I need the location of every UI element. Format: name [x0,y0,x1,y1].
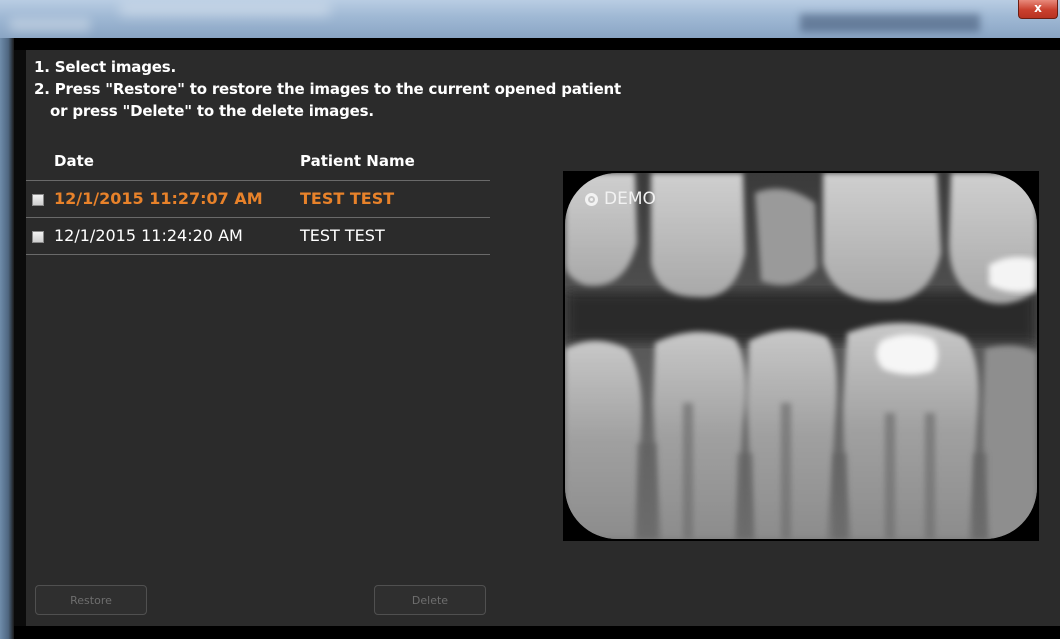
row-date: 12/1/2015 11:24:20 AM [54,226,243,245]
demo-watermark-text: DEMO [604,189,656,209]
instruction-line-1: 1. Select images. [34,58,176,76]
row-checkbox[interactable] [32,194,44,206]
restore-button[interactable]: Restore [35,585,147,615]
demo-watermark: DEMO [585,189,656,209]
dental-xray-image [565,173,1037,539]
column-header-date[interactable]: Date [54,152,94,170]
row-checkbox[interactable] [32,231,44,243]
instruction-line-3: or press "Delete" to the delete images. [50,102,374,120]
table-row[interactable]: 12/1/2015 11:27:07 AM TEST TEST [26,181,490,218]
main-panel: 1. Select images. 2. Press "Restore" to … [26,50,1060,626]
instruction-line-2: 2. Press "Restore" to restore the images… [34,80,621,98]
demo-logo-icon [585,192,598,206]
close-icon: x [1034,1,1042,15]
close-button[interactable]: x [1018,0,1058,19]
title-bar-glass-shadow [800,14,980,32]
window-bottom-frame [14,626,1060,639]
title-bar-glass-highlight-left [10,18,90,32]
images-table: Date Patient Name 12/1/2015 11:27:07 AM … [26,148,490,255]
delete-button[interactable]: Delete [374,585,486,615]
table-row[interactable]: 12/1/2015 11:24:20 AM TEST TEST [26,218,490,255]
row-patient-name: TEST TEST [300,226,385,245]
table-header: Date Patient Name [26,148,490,181]
column-header-patient-name[interactable]: Patient Name [300,152,415,170]
row-date: 12/1/2015 11:27:07 AM [54,189,263,208]
image-preview: DEMO [563,171,1039,541]
window-top-frame [14,38,1060,50]
restore-images-window: x 1. Select images. 2. Press "Restore" t… [0,0,1060,639]
instructions: 1. Select images. 2. Press "Restore" to … [34,56,621,122]
row-patient-name: TEST TEST [300,189,395,208]
window-left-border [0,38,14,639]
title-bar-glass-highlight [120,4,330,16]
title-bar: x [0,0,1060,38]
